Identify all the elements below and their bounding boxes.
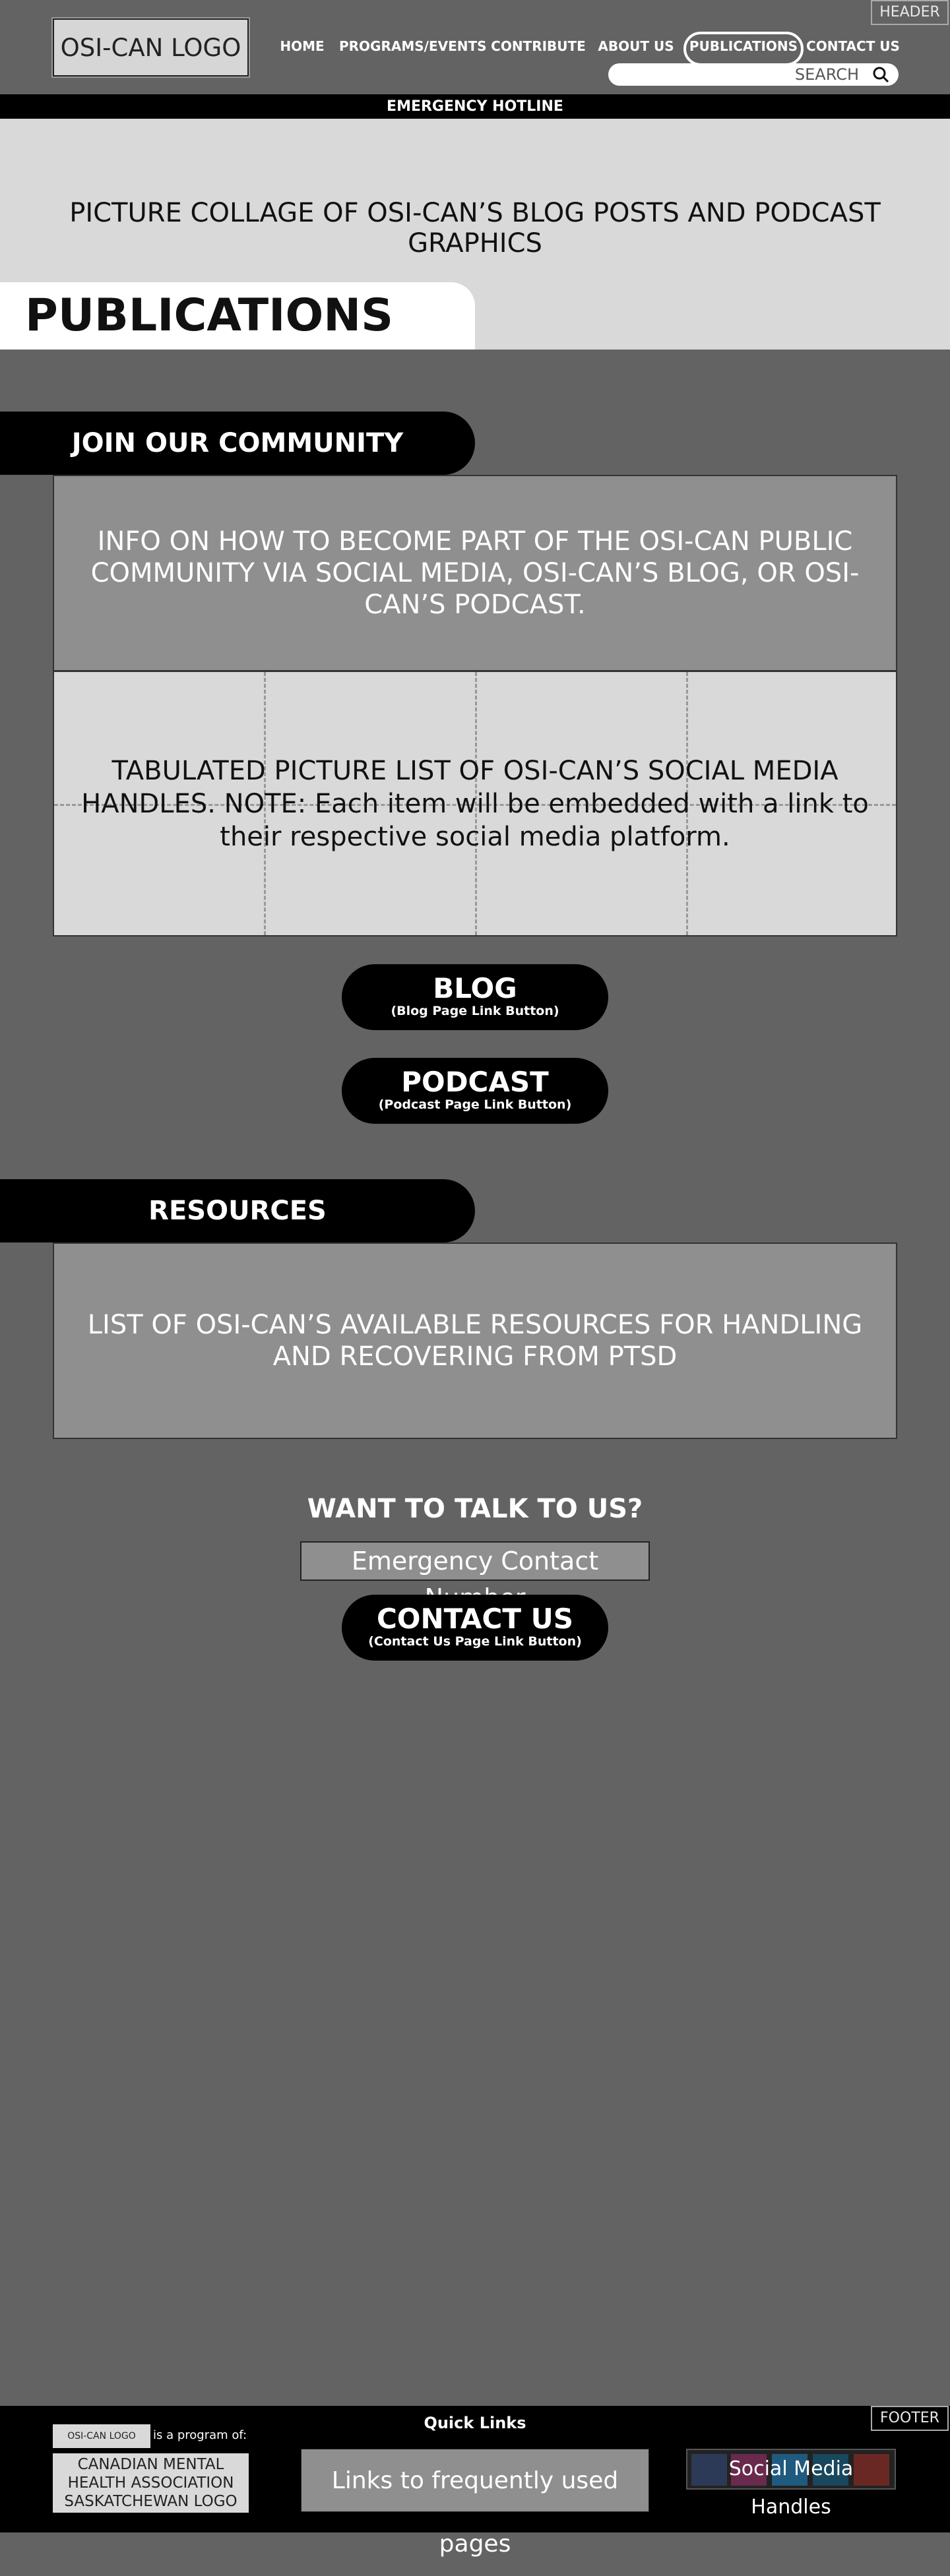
nav-home[interactable]: HOME	[276, 32, 329, 61]
page-title: PUBLICATIONS	[0, 282, 475, 350]
social-handles-grid[interactable]: TABULATED PICTURE LIST OF OSI-CAN’S SOCI…	[53, 671, 897, 936]
blog-button-label: BLOG	[433, 972, 517, 1004]
contact-button-sub: (Contact Us Page Link Button)	[368, 1634, 582, 1649]
nav-programs-events[interactable]: PROGRAMS/EVENTS	[339, 32, 487, 61]
blog-button-sub: (Blog Page Link Button)	[391, 1004, 559, 1018]
social-handles-text: TABULATED PICTURE LIST OF OSI-CAN’S SOCI…	[81, 755, 869, 852]
resources-info-box: LIST OF OSI-CAN’S AVAILABLE RESOURCES FO…	[53, 1242, 897, 1439]
emergency-hotline-banner[interactable]: EMERGENCY HOTLINE	[0, 94, 950, 119]
frequent-links[interactable]: Links to frequently used pages	[301, 2449, 649, 2558]
blog-button[interactable]: BLOG (Blog Page Link Button)	[342, 964, 608, 1030]
hero-collage-text: PICTURE COLLAGE OF OSI-CAN’S BLOG POSTS …	[69, 198, 881, 259]
search-placeholder: SEARCH	[794, 65, 859, 84]
talk-heading: WANT TO TALK TO US?	[307, 1494, 643, 1524]
emergency-contact-number[interactable]: Emergency Contact Number	[300, 1541, 650, 1612]
social-media-text: Social Media Handles	[728, 2457, 854, 2519]
resources-heading: RESOURCES	[0, 1179, 475, 1242]
osi-can-logo[interactable]: OSI-CAN LOGO	[53, 18, 249, 77]
search-input[interactable]: SEARCH	[608, 63, 899, 86]
cmha-logo[interactable]: CANADIAN MENTAL HEALTH ASSOCIATION SASKA…	[53, 2453, 249, 2513]
join-community-heading: JOIN OUR COMMUNITY	[0, 412, 475, 475]
contact-us-button[interactable]: CONTACT US (Contact Us Page Link Button)	[342, 1595, 608, 1661]
program-of-text: is a program of:	[153, 2428, 247, 2442]
footer-osi-can-logo[interactable]: OSI-CAN LOGO	[53, 2424, 150, 2448]
nav-about-us[interactable]: ABOUT US	[596, 32, 676, 61]
podcast-button[interactable]: PODCAST (Podcast Page Link Button)	[342, 1058, 608, 1124]
header-tag: HEADER	[871, 0, 949, 25]
nav-contribute[interactable]: CONTRIBUTE	[491, 32, 586, 61]
search-icon[interactable]	[872, 66, 889, 83]
contact-button-label: CONTACT US	[376, 1603, 574, 1635]
social-media-handles[interactable]: Social Media Handles	[686, 2449, 896, 2519]
podcast-button-label: PODCAST	[401, 1066, 549, 1098]
community-info-box: INFO ON HOW TO BECOME PART OF THE OSI-CA…	[53, 475, 897, 671]
nav-publications[interactable]: PUBLICATIONS	[683, 32, 804, 66]
nav-contact-us[interactable]: CONTACT US	[805, 32, 901, 61]
podcast-button-sub: (Podcast Page Link Button)	[378, 1097, 572, 1112]
